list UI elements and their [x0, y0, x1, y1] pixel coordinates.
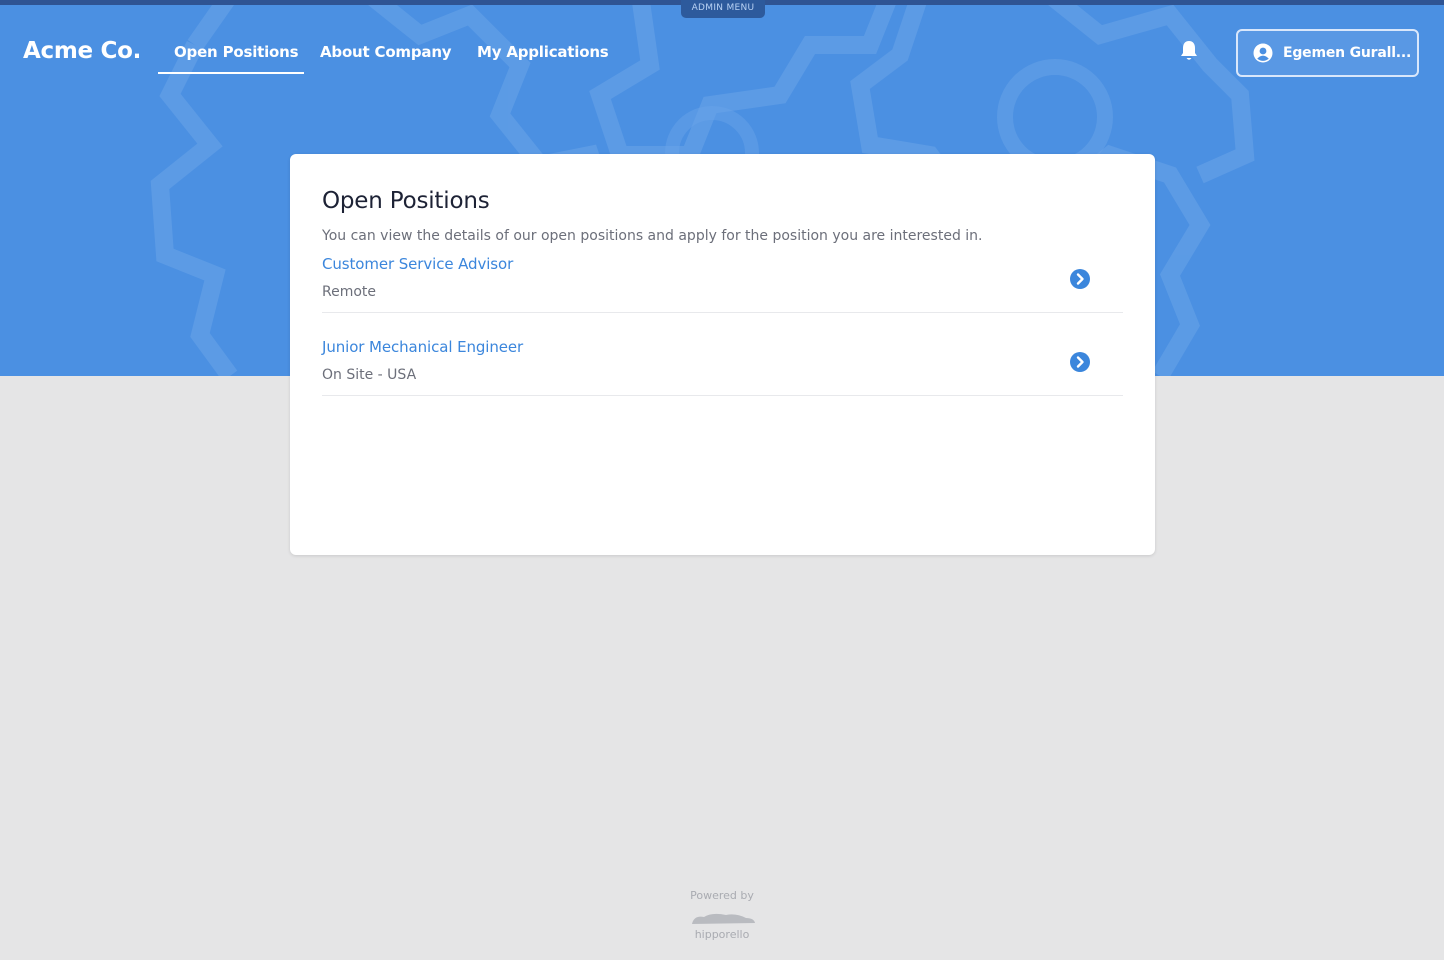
bell-icon[interactable]: [1178, 39, 1200, 63]
chevron-right-circle-icon[interactable]: [1070, 269, 1090, 289]
user-menu-button[interactable]: Egemen Gurall...: [1236, 29, 1419, 77]
nav-active-indicator: [158, 72, 304, 74]
chevron-right-circle-icon[interactable]: [1070, 352, 1090, 372]
job-item[interactable]: Junior Mechanical Engineer On Site - USA: [322, 335, 1123, 396]
user-circle-icon: [1253, 43, 1273, 63]
nav-about-company[interactable]: About Company: [320, 43, 452, 61]
brand-logo[interactable]: Acme Co.: [23, 38, 141, 64]
hipporello-logo-text: hipporello: [695, 928, 750, 941]
job-location: On Site - USA: [322, 367, 417, 383]
open-positions-card: Open Positions You can view the details …: [290, 154, 1155, 555]
admin-menu-tab[interactable]: ADMIN MENU: [681, 0, 765, 18]
job-title[interactable]: Junior Mechanical Engineer: [322, 338, 523, 356]
job-item[interactable]: Customer Service Advisor Remote: [322, 252, 1123, 313]
page-title: Open Positions: [322, 188, 490, 214]
nav-open-positions[interactable]: Open Positions: [174, 43, 299, 61]
job-title[interactable]: Customer Service Advisor: [322, 255, 513, 273]
page-subtitle: You can view the details of our open pos…: [322, 228, 983, 244]
job-location: Remote: [322, 284, 377, 300]
hipporello-logo[interactable]: hipporello: [686, 906, 758, 942]
powered-by-label: Powered by: [690, 889, 754, 902]
user-name: Egemen Gurall...: [1283, 45, 1412, 61]
nav-my-applications[interactable]: My Applications: [477, 43, 609, 61]
